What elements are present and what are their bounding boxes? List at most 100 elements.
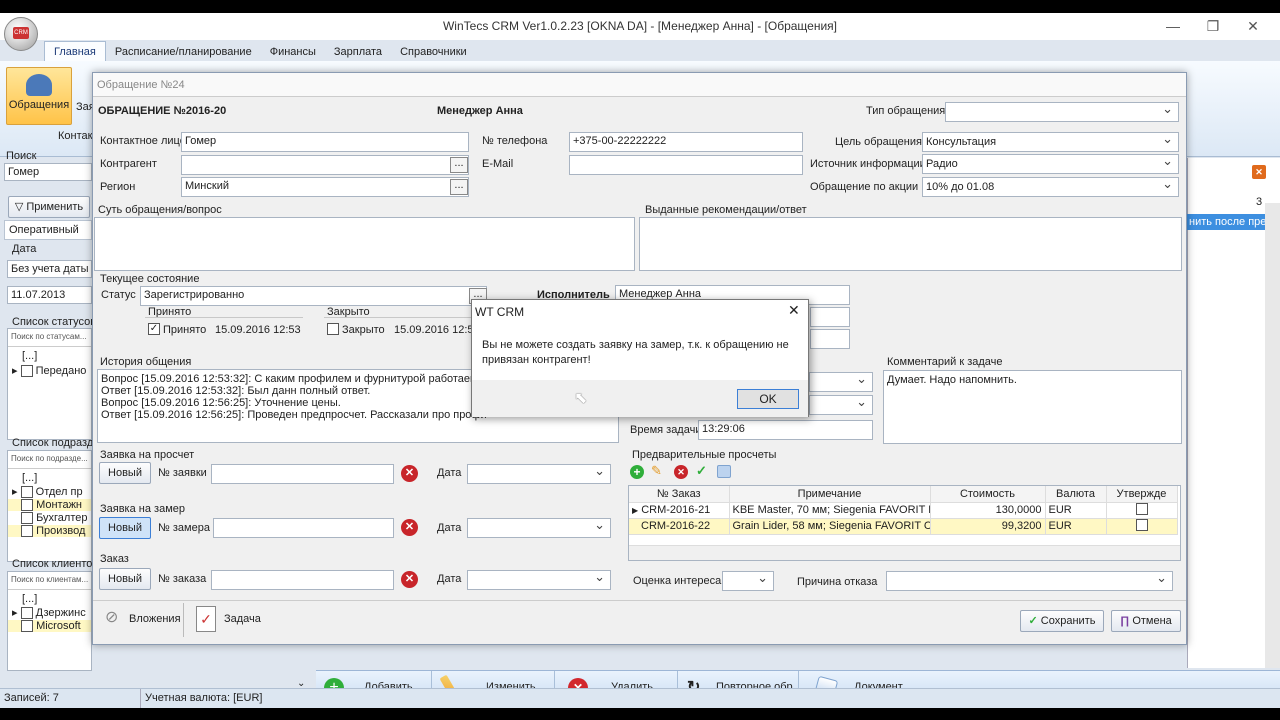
- counterparty-input[interactable]: [181, 155, 469, 175]
- email-input[interactable]: [569, 155, 803, 175]
- purpose-select[interactable]: Консультация: [922, 132, 1179, 152]
- table-row[interactable]: ▶ CRM-2016-21 KBE Master, 70 мм; Siegeni…: [629, 502, 1178, 519]
- table-row[interactable]: CRM-2016-22 Grain Lider, 58 мм; Siegenia…: [629, 518, 1178, 535]
- accepted-checkbox[interactable]: ✓: [148, 323, 160, 335]
- tab-operative[interactable]: Оперативный: [4, 220, 92, 240]
- phone-input[interactable]: +375-00-22222222: [569, 132, 803, 152]
- phone-label: № телефона: [482, 135, 548, 147]
- date-mode-select[interactable]: Без учета даты: [7, 260, 92, 278]
- tab-schedule[interactable]: Расписание/планирование: [106, 42, 261, 62]
- list-item[interactable]: Производ: [8, 525, 91, 538]
- new-calc-request-button[interactable]: Новый: [99, 462, 151, 484]
- counterparty-browse-button[interactable]: ...: [450, 157, 468, 173]
- precalc-approve-icon[interactable]: ✓: [696, 463, 707, 479]
- cancel-button[interactable]: ∏ Отмена: [1111, 610, 1181, 632]
- measure-date-select[interactable]: [467, 518, 611, 538]
- table-row[interactable]: нить после пре: [1187, 214, 1265, 230]
- ribbon-tabs: Главная Расписание/планирование Финансы Зар…: [44, 41, 476, 61]
- accepted-check-label: Принято: [163, 324, 207, 336]
- task-comment-textarea[interactable]: Думает. Надо напомнить.: [883, 370, 1182, 444]
- list-item[interactable]: Монтажн: [8, 499, 91, 512]
- type-select[interactable]: [945, 102, 1179, 122]
- close-icon[interactable]: ✕: [1237, 13, 1269, 40]
- clear-order-icon[interactable]: ✕: [401, 571, 418, 588]
- promo-select[interactable]: 10% до 01.08: [922, 177, 1179, 197]
- region-label: Регион: [100, 181, 136, 193]
- clear-measure-icon[interactable]: ✕: [401, 519, 418, 536]
- status-search-input[interactable]: Поиск по статусам...: [8, 329, 91, 347]
- list-item[interactable]: ▸ Отдел пр: [8, 485, 91, 499]
- order-no-input[interactable]: [211, 570, 394, 590]
- measure-request-label: Заявка на замер: [100, 503, 185, 515]
- precalc-delete-icon[interactable]: ✕: [674, 465, 688, 479]
- status-list: Поиск по статусам... [...] ▸ Передано: [7, 328, 92, 440]
- closed-checkbox[interactable]: [327, 323, 339, 335]
- restore-icon[interactable]: ❐: [1197, 13, 1229, 40]
- task-button[interactable]: Задача: [224, 613, 261, 625]
- measure-no-input[interactable]: [213, 518, 394, 538]
- refuse-select[interactable]: [886, 571, 1173, 591]
- task-time-label: Время задачи: [630, 424, 702, 436]
- contact-input[interactable]: Гомер: [181, 132, 469, 152]
- col-cost: Стоимость: [930, 486, 1046, 503]
- region-browse-button[interactable]: ...: [450, 179, 468, 195]
- precalc-document-icon[interactable]: [717, 465, 731, 478]
- new-measure-request-button[interactable]: Новый: [99, 517, 151, 539]
- date-label: Дата: [12, 243, 37, 255]
- apply-button[interactable]: ▽ Применить: [8, 196, 90, 218]
- dialog-title: Обращение №24: [93, 73, 1186, 97]
- executor-extra-1[interactable]: [810, 307, 850, 327]
- date-input[interactable]: 11.07.2013: [7, 286, 92, 304]
- order-no-label: № заказа: [158, 573, 207, 585]
- list-item[interactable]: Бухгалтер: [8, 512, 91, 525]
- tab-finance[interactable]: Финансы: [261, 42, 325, 62]
- task-select-2[interactable]: [809, 395, 873, 415]
- contact-label: Контактное лицо: [100, 135, 186, 147]
- region-input[interactable]: Минский: [181, 177, 469, 197]
- minimize-icon[interactable]: —: [1157, 13, 1189, 40]
- close-panel-icon[interactable]: ✕: [1252, 165, 1266, 179]
- clients-search-input[interactable]: Поиск по клиентам...: [8, 572, 91, 590]
- clear-request-icon[interactable]: ✕: [401, 465, 418, 482]
- precalc-add-icon[interactable]: +: [630, 465, 644, 479]
- app-orb-icon[interactable]: CRM: [4, 17, 38, 51]
- ok-button[interactable]: OK: [737, 389, 799, 409]
- subdiv-search-input[interactable]: Поиск по подразде...: [8, 451, 91, 469]
- attachments-button[interactable]: Вложения: [129, 613, 181, 625]
- list-item[interactable]: [...]: [8, 593, 91, 605]
- list-item[interactable]: Microsoft: [8, 620, 91, 633]
- approved-checkbox[interactable]: [1135, 502, 1148, 515]
- request-date-select[interactable]: [467, 464, 611, 484]
- message-close-icon[interactable]: ✕: [788, 302, 800, 319]
- request-no-input[interactable]: [211, 464, 394, 484]
- search-input[interactable]: Гомер: [4, 163, 92, 181]
- list-item[interactable]: ▸ Дзержинс: [8, 606, 91, 620]
- status-input[interactable]: Зарегистрированно: [140, 286, 487, 306]
- list-item[interactable]: ▸ Передано: [8, 364, 91, 378]
- horizontal-scrollbar[interactable]: [629, 545, 1180, 560]
- task-time-input[interactable]: 13:29:06: [698, 420, 873, 440]
- save-button[interactable]: ✓ Сохранить: [1020, 610, 1104, 632]
- order-date-select[interactable]: [467, 570, 611, 590]
- paperclip-icon: ⊘: [105, 609, 119, 626]
- approved-checkbox[interactable]: [1135, 518, 1148, 531]
- task-select-1[interactable]: [809, 372, 873, 392]
- recommend-textarea[interactable]: [639, 217, 1182, 271]
- interest-select[interactable]: [722, 571, 774, 591]
- executor-extra-2[interactable]: [810, 329, 850, 349]
- tab-salary[interactable]: Зарплата: [325, 42, 391, 62]
- essence-textarea[interactable]: [94, 217, 635, 271]
- manager-name: Менеджер Анна: [437, 105, 523, 117]
- scrollbar[interactable]: [1265, 203, 1280, 668]
- calc-request-label: Заявка на просчет: [100, 449, 195, 461]
- mouse-cursor-icon: ⬉: [574, 390, 588, 407]
- list-item[interactable]: [...]: [8, 472, 91, 484]
- refuse-label: Причина отказа: [797, 576, 878, 588]
- list-item[interactable]: [...]: [8, 350, 91, 362]
- source-select[interactable]: Радио: [922, 154, 1179, 174]
- precalc-edit-icon[interactable]: ✎: [651, 463, 662, 479]
- tab-directories[interactable]: Справочники: [391, 42, 476, 62]
- new-order-button[interactable]: Новый: [99, 568, 151, 590]
- tab-main[interactable]: Главная: [44, 41, 106, 61]
- obrascheniya-button[interactable]: Обращения: [6, 67, 72, 125]
